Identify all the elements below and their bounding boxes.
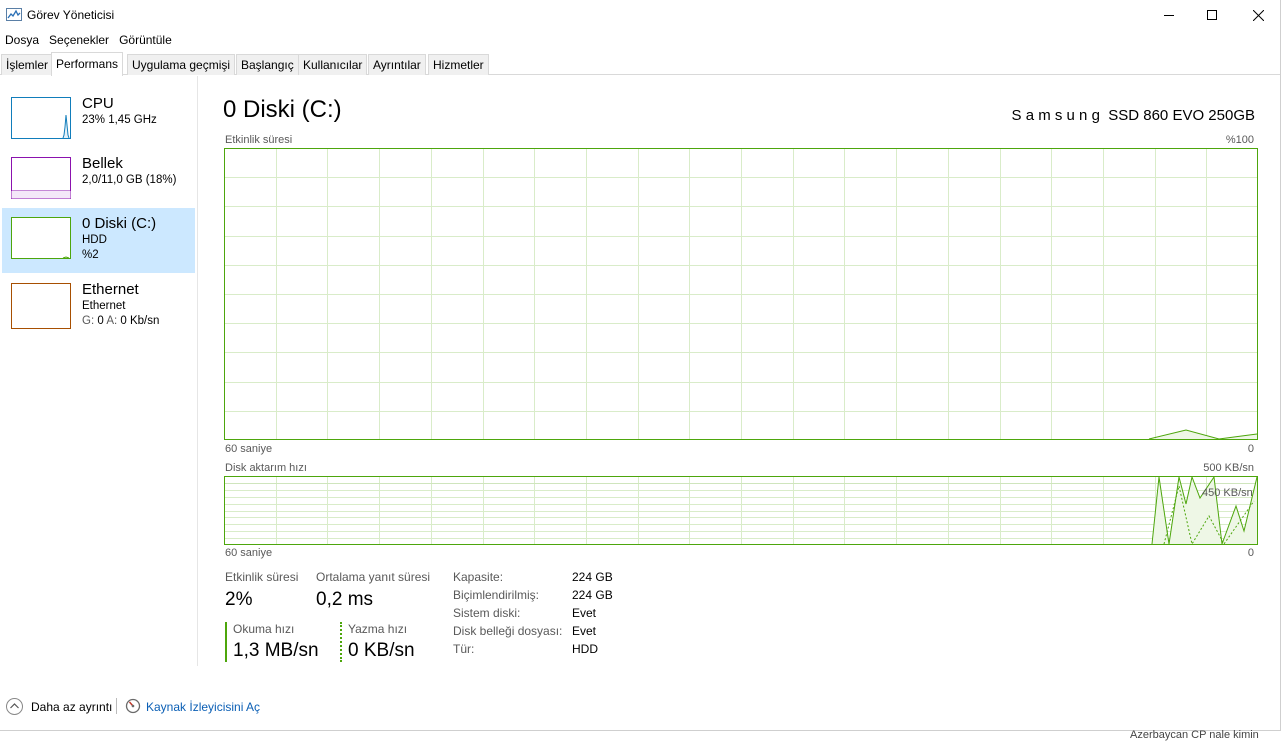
tab-startup[interactable]: Başlangıç — [236, 54, 299, 75]
page-title: 0 Diski (C:) — [223, 96, 342, 123]
task-manager-window: Görev Yöneticisi Dosya Seçenekler Görünt… — [0, 0, 1281, 731]
sidebar-item-sub: HDD — [82, 234, 107, 246]
tab-app-history[interactable]: Uygulama geçmişi — [127, 54, 236, 75]
resource-monitor-icon — [125, 698, 141, 714]
activity-graph-label: Etkinlik süresi — [225, 134, 293, 146]
activity-stat-label: Etkinlik süresi — [225, 570, 299, 584]
page-file-value: Evet — [572, 624, 597, 638]
minimize-icon — [1164, 15, 1174, 16]
menu-file[interactable]: Dosya — [0, 30, 44, 50]
sidebar-item-disk[interactable]: 0 Diski (C:) HDD %2 — [2, 208, 195, 273]
sidebar-item-label: CPU — [82, 95, 114, 112]
tab-processes[interactable]: İşlemler — [1, 54, 54, 75]
ethernet-thumbnail-graph — [11, 283, 71, 329]
disk-type-label: Tür: — [453, 642, 475, 656]
activity-stat-value: 2% — [225, 589, 253, 610]
disk-model-name: S a m s u n g SSD 860 EVO 250GB — [1011, 107, 1255, 124]
menu-options[interactable]: Seçenekler — [44, 30, 114, 50]
system-disk-label: Sistem diski: — [453, 606, 521, 620]
tab-bar: İşlemler Performans Uygulama geçmişi Baş… — [0, 52, 1280, 76]
sidebar-item-memory[interactable]: Bellek 2,0/11,0 GB (18%) — [2, 152, 195, 216]
response-stat-value: 0,2 ms — [316, 589, 374, 610]
sidebar-item-label: 0 Diski (C:) — [82, 215, 157, 232]
sidebar-item-sub: Ethernet — [82, 300, 126, 312]
close-icon — [1252, 9, 1264, 21]
activity-graph-min-label: 0 — [1247, 443, 1254, 455]
transfer-rate-graph — [224, 476, 1258, 545]
fewer-details-button[interactable]: Daha az ayrıntı — [31, 700, 112, 714]
read-speed-value: 1,3 MB/sn — [233, 640, 319, 661]
read-speed-label: Okuma hızı — [233, 622, 295, 636]
write-speed-indicator — [340, 622, 342, 662]
disk-type-value: HDD — [572, 642, 598, 656]
sidebar-item-label: Bellek — [82, 155, 123, 172]
tab-performance[interactable]: Performans — [51, 52, 124, 76]
sidebar-item-sub: 2,0/11,0 GB (18%) — [82, 174, 177, 186]
performance-sidebar: CPU 23% 1,45 GHz Bellek 2,0/11,0 GB (18%… — [0, 76, 198, 666]
sidebar-item-sub: 23% 1,45 GHz — [82, 114, 157, 126]
disk-thumbnail-graph — [11, 217, 71, 259]
response-stat-label: Ortalama yanıt süresi — [316, 570, 431, 584]
sidebar-item-sub2: G: 0 A: 0 Kb/sn — [82, 315, 160, 327]
minimize-button[interactable] — [1146, 0, 1192, 30]
tab-users[interactable]: Kullanıcılar — [298, 54, 368, 75]
tab-services[interactable]: Hizmetler — [428, 54, 489, 75]
activity-graph-max-label: %100 — [1225, 134, 1254, 146]
close-button[interactable] — [1235, 0, 1281, 30]
menu-bar: Dosya Seçenekler Görüntüle — [0, 30, 1280, 50]
page-file-label: Disk belleği dosyası: — [453, 624, 563, 638]
transfer-graph-time-label: 60 saniye — [225, 547, 273, 559]
activity-graph-time-label: 60 saniye — [225, 443, 273, 455]
footer-divider — [116, 698, 117, 714]
formatted-label: Biçimlendirilmiş: — [453, 588, 540, 602]
memory-thumbnail-graph — [11, 157, 71, 199]
maximize-icon — [1207, 10, 1217, 20]
tab-details[interactable]: Ayrıntılar — [368, 54, 426, 75]
activity-time-graph — [224, 148, 1258, 440]
system-disk-value: Evet — [572, 606, 597, 620]
fewer-details-button-icon[interactable] — [6, 698, 23, 715]
window-title: Görev Yöneticisi — [27, 8, 115, 22]
transfer-graph-max-label: 500 KB/sn — [1203, 462, 1254, 474]
formatted-value: 224 GB — [572, 588, 613, 602]
capacity-value: 224 GB — [572, 570, 613, 584]
sidebar-item-sub2: %2 — [82, 249, 99, 261]
title-bar[interactable]: Görev Yöneticisi — [0, 0, 1280, 30]
menu-view[interactable]: Görüntüle — [114, 30, 177, 50]
write-speed-label: Yazma hızı — [348, 622, 408, 636]
sidebar-item-cpu[interactable]: CPU 23% 1,45 GHz — [2, 92, 195, 156]
transfer-graph-min-label: 0 — [1247, 547, 1254, 559]
write-speed-value: 0 KB/sn — [348, 640, 415, 661]
background-window-text: Azerbaycan CP nale kimin — [1130, 729, 1259, 741]
sidebar-item-label: Ethernet — [82, 281, 139, 298]
read-speed-indicator — [225, 622, 227, 662]
transfer-graph-label: Disk aktarım hızı — [225, 462, 307, 474]
transfer-graph-mid-label: 450 KB/sn — [1202, 487, 1253, 499]
cpu-thumbnail-graph — [11, 97, 71, 139]
open-resource-monitor-link[interactable]: Kaynak İzleyicisini Aç — [146, 700, 260, 714]
maximize-button[interactable] — [1189, 0, 1235, 30]
chevron-up-icon — [10, 703, 19, 709]
capacity-label: Kapasite: — [453, 570, 504, 584]
task-manager-app-icon — [6, 8, 22, 21]
sidebar-item-ethernet[interactable]: Ethernet Ethernet G: 0 A: 0 Kb/sn — [2, 277, 195, 341]
